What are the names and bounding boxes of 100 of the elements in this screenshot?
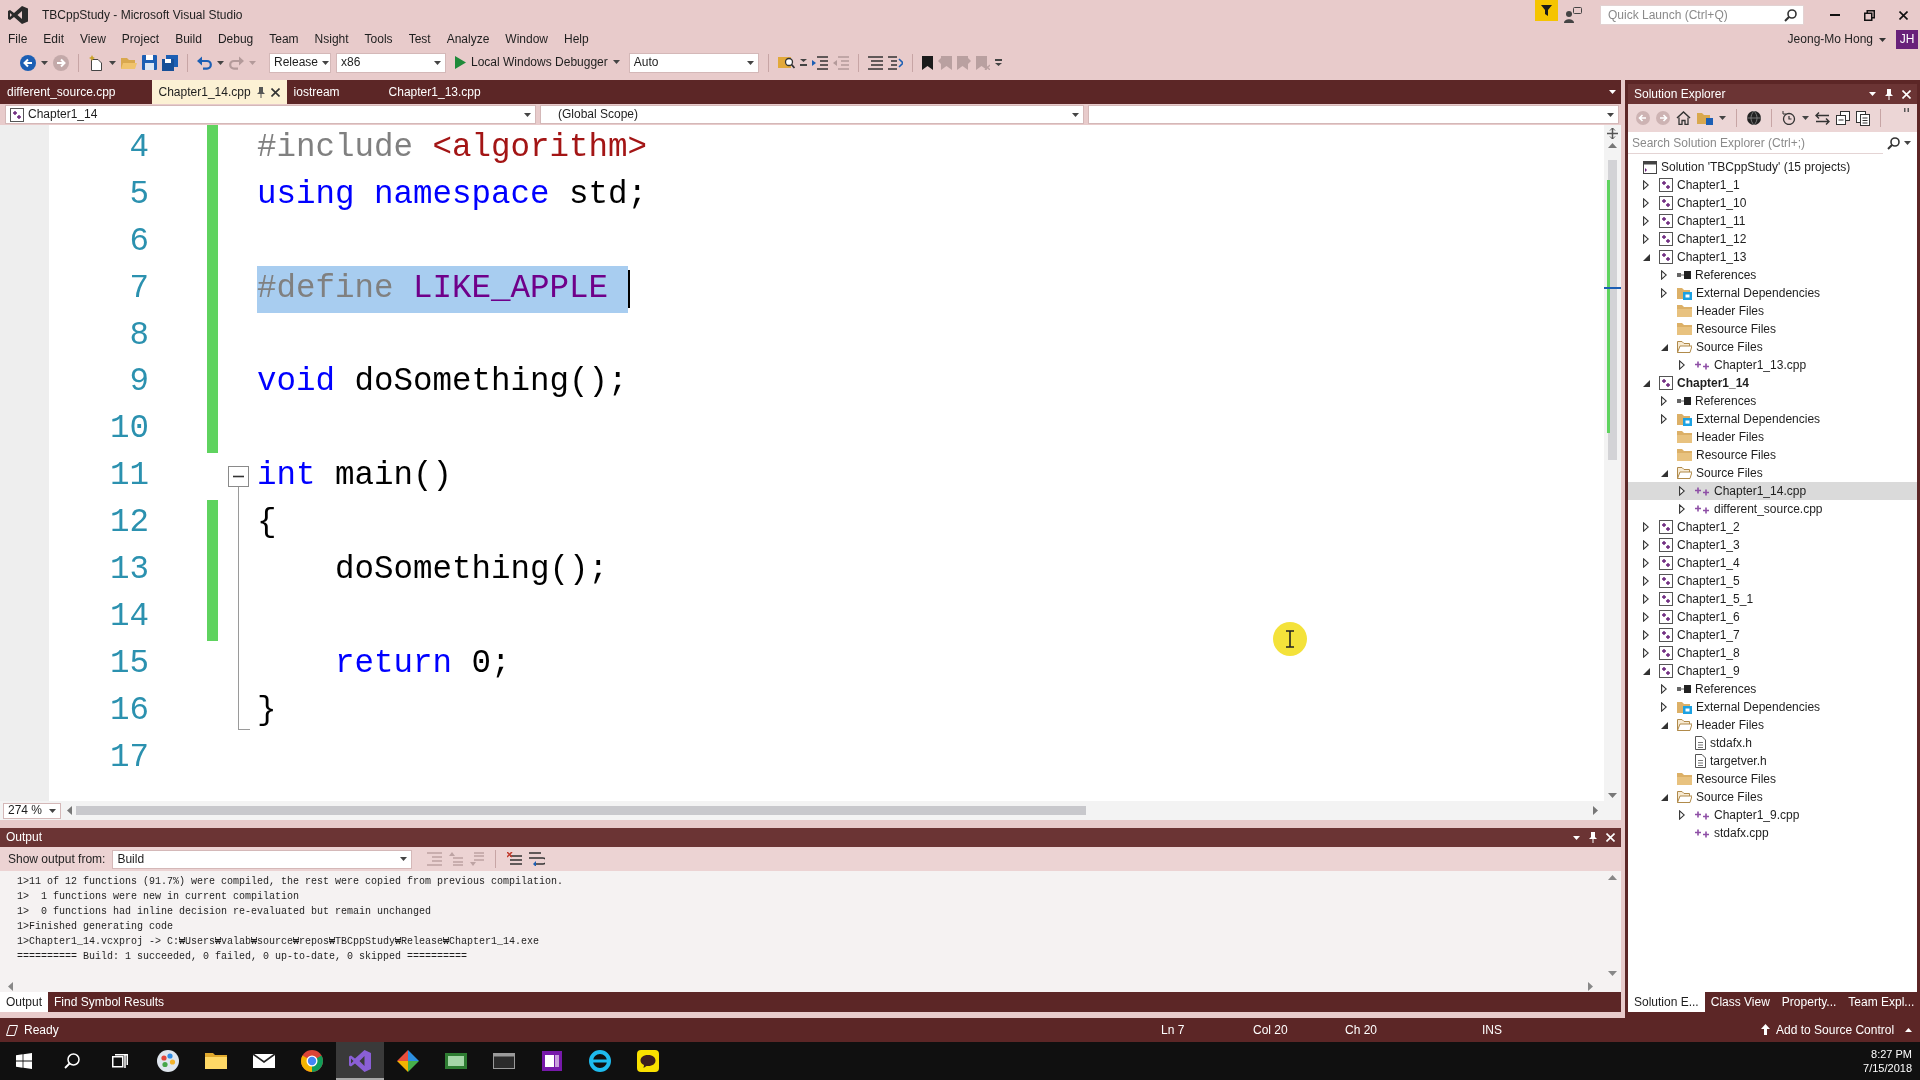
scrollbar-thumb[interactable]: [76, 806, 1086, 815]
expanded-arrow-icon[interactable]: [1661, 793, 1668, 801]
tree-item[interactable]: stdafx.h: [1628, 734, 1917, 752]
pin-icon[interactable]: [1885, 88, 1893, 100]
panel-tab[interactable]: Team Expl...: [1842, 992, 1920, 1012]
start-debugger-button[interactable]: Local Windows Debugger: [451, 55, 624, 70]
collapsed-arrow-icon[interactable]: [1661, 414, 1667, 424]
collapsed-arrow-icon[interactable]: [1643, 630, 1649, 640]
search-icon[interactable]: [1784, 8, 1797, 22]
expanded-arrow-icon[interactable]: [1661, 469, 1668, 477]
stacked-squares-icon[interactable]: [1836, 111, 1850, 125]
collapsed-arrow-icon[interactable]: [1679, 810, 1685, 820]
tree-item[interactable]: Chapter1_5: [1628, 572, 1917, 590]
caret-icon[interactable]: [41, 60, 48, 65]
menu-item[interactable]: Help: [556, 32, 597, 47]
menu-item[interactable]: Test: [400, 32, 439, 47]
tree-item[interactable]: Header Files: [1628, 428, 1917, 446]
person-speech-icon[interactable]: [1564, 7, 1582, 23]
menu-item[interactable]: Debug: [209, 32, 262, 47]
user-name[interactable]: Jeong-Mo Hong: [1787, 32, 1873, 47]
home-icon[interactable]: [1676, 111, 1691, 125]
collapse-icon[interactable]: [228, 466, 249, 488]
tree-item[interactable]: Chapter1_2: [1628, 518, 1917, 536]
tree-item[interactable]: Chapter1_11: [1628, 212, 1917, 230]
expanded-arrow-icon[interactable]: [1643, 379, 1650, 387]
tree-item[interactable]: External Dependencies: [1628, 284, 1917, 302]
collapsed-arrow-icon[interactable]: [1661, 270, 1667, 280]
tree-item[interactable]: Source Files: [1628, 338, 1917, 356]
collapsed-arrow-icon[interactable]: [1679, 360, 1685, 370]
windows-logo-icon[interactable]: [16, 1053, 32, 1069]
tree-item[interactable]: References: [1628, 392, 1917, 410]
panel-tab[interactable]: Solution E...: [1628, 992, 1705, 1012]
menu-item[interactable]: File: [0, 32, 36, 47]
mode-dropdown[interactable]: Auto: [628, 52, 759, 73]
caret-icon[interactable]: [1869, 92, 1876, 96]
expanded-arrow-icon[interactable]: [1661, 721, 1668, 729]
collapsed-arrow-icon[interactable]: [1643, 180, 1649, 190]
zoom-dropdown[interactable]: 274 %: [3, 802, 61, 819]
vertical-scrollbar[interactable]: [1604, 125, 1621, 801]
document-tab[interactable]: different_source.cpp: [0, 80, 152, 104]
tree-item[interactable]: Chapter1_1: [1628, 176, 1917, 194]
collapsed-arrow-icon[interactable]: [1643, 522, 1649, 532]
document-tab[interactable]: iostream: [286, 80, 382, 104]
scroll-right-icon[interactable]: [1593, 806, 1598, 815]
collapsed-arrow-icon[interactable]: [1661, 684, 1667, 694]
overflow-icon[interactable]: [799, 59, 807, 66]
configuration-dropdown[interactable]: Release: [269, 52, 331, 73]
tree-item[interactable]: External Dependencies: [1628, 698, 1917, 716]
caret-icon[interactable]: [1719, 116, 1726, 120]
tree-item[interactable]: Resource Files: [1628, 770, 1917, 788]
quick-launch-field[interactable]: Quick Launch (Ctrl+Q): [1600, 5, 1804, 25]
tree-item[interactable]: Header Files: [1628, 302, 1917, 320]
swap-icon[interactable]: [1815, 111, 1830, 125]
search-icon[interactable]: [64, 1053, 80, 1069]
collapsed-arrow-icon[interactable]: [1643, 612, 1649, 622]
scroll-left-icon[interactable]: [67, 806, 72, 815]
tree-item[interactable]: Chapter1_9.cpp: [1628, 806, 1917, 824]
tree-item[interactable]: targetver.h: [1628, 752, 1917, 770]
menu-item[interactable]: Window: [497, 32, 557, 47]
tree-item[interactable]: different_source.cpp: [1628, 500, 1917, 518]
collapsed-arrow-icon[interactable]: [1679, 504, 1685, 514]
collapsed-arrow-icon[interactable]: [1661, 396, 1667, 406]
clock-icon[interactable]: [1782, 111, 1796, 125]
clock-date[interactable]: 7/15/2018: [1863, 1061, 1912, 1075]
uncomment-icon[interactable]: [887, 55, 903, 70]
clock-time[interactable]: 8:27 PM: [1863, 1047, 1912, 1061]
tree-item[interactable]: Chapter1_9: [1628, 662, 1917, 680]
collapsed-arrow-icon[interactable]: [1643, 216, 1649, 226]
tree-item[interactable]: Chapter1_14: [1628, 374, 1917, 392]
scroll-right-icon[interactable]: [1588, 981, 1593, 991]
tree-item[interactable]: Chapter1_7: [1628, 626, 1917, 644]
scroll-up-icon[interactable]: [1608, 143, 1617, 148]
find-icon[interactable]: [777, 55, 795, 70]
scroll-down-icon[interactable]: [1608, 971, 1617, 976]
collapsed-arrow-icon[interactable]: [1643, 594, 1649, 604]
split-icon[interactable]: [1607, 128, 1618, 139]
indent-icon[interactable]: [811, 55, 828, 70]
close-icon[interactable]: [270, 87, 280, 97]
caret-icon[interactable]: [109, 60, 116, 65]
tree-item[interactable]: Source Files: [1628, 788, 1917, 806]
expanded-arrow-icon[interactable]: [1643, 253, 1650, 261]
restore-icon[interactable]: [1864, 9, 1875, 21]
globe-icon[interactable]: [1747, 111, 1761, 125]
tree-item[interactable]: Chapter1_13: [1628, 248, 1917, 266]
collapsed-arrow-icon[interactable]: [1661, 702, 1667, 712]
expanded-arrow-icon[interactable]: [1661, 343, 1668, 351]
document-tab[interactable]: Chapter1_14.cpp: [151, 80, 287, 104]
menu-item[interactable]: Tools: [356, 32, 401, 47]
platform-dropdown[interactable]: x86: [336, 52, 446, 73]
panel-tab[interactable]: Property...: [1775, 992, 1843, 1012]
menu-item[interactable]: Analyze: [438, 32, 498, 47]
tree-item[interactable]: Chapter1_3: [1628, 536, 1917, 554]
sync-folder-icon[interactable]: [1697, 111, 1713, 125]
panel-tab[interactable]: Class View: [1704, 992, 1776, 1012]
save-all-icon[interactable]: [162, 54, 178, 71]
save-icon[interactable]: [142, 55, 157, 70]
caret-icon[interactable]: [1609, 90, 1616, 94]
bookmark-icon[interactable]: [921, 55, 933, 70]
tree-item[interactable]: Solution 'TBCppStudy' (15 projects): [1628, 158, 1917, 176]
tree-item[interactable]: Chapter1_13.cpp: [1628, 356, 1917, 374]
